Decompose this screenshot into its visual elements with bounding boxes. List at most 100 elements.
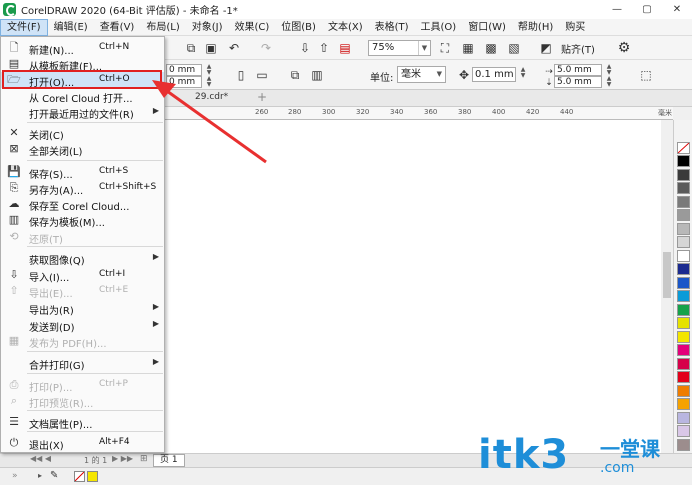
nudge-distance-field[interactable]: 0.1 mm — [472, 67, 516, 82]
grid-icon[interactable]: ▩ — [483, 40, 499, 56]
palette-swatch[interactable] — [677, 438, 690, 451]
palette-swatch[interactable] — [677, 303, 690, 316]
file-menu-item[interactable]: ⇩ 导入(I)... Ctrl+I — [1, 267, 164, 284]
file-menu-item[interactable]: 合并打印(G) ▶ — [1, 355, 164, 372]
zoom-level-select[interactable]: 75% ▼ — [368, 40, 431, 56]
paste-icon[interactable]: ▣ — [203, 40, 219, 56]
file-menu-item[interactable]: 导出为(R) ▶ — [1, 300, 164, 317]
current-page-icon[interactable]: ▥ — [309, 67, 325, 83]
nudge-spin-icon[interactable]: ▲ ▼ — [518, 67, 528, 79]
palette-swatch[interactable] — [677, 357, 690, 370]
page-width-field[interactable]: 0 mm — [166, 64, 202, 76]
file-menu-item[interactable]: 发送到(D) ▶ — [1, 317, 164, 334]
outline-color-swatch[interactable] — [74, 471, 85, 482]
document-tab[interactable]: 29.cdr* — [195, 92, 228, 102]
palette-swatch[interactable] — [677, 155, 690, 167]
snap-icon[interactable]: ◩ — [538, 40, 554, 56]
file-menu-item[interactable]: ⎘ 另存为(A)... Ctrl+Shift+S — [1, 180, 164, 197]
palette-swatch[interactable] — [677, 398, 690, 410]
vertical-scrollbar[interactable] — [661, 120, 673, 453]
menu-bitmaps[interactable]: 位图(B) — [275, 19, 322, 36]
dup-y-spin-icon[interactable]: ▲ ▼ — [604, 76, 614, 88]
page-height-field[interactable]: 0 mm — [166, 76, 202, 88]
file-menu-item[interactable]: ▥ 保存为模板(M)... — [1, 212, 164, 229]
palette-swatch[interactable] — [677, 182, 690, 194]
all-pages-icon[interactable]: ⧉ — [287, 67, 303, 83]
palette-swatch[interactable] — [677, 344, 690, 356]
height-spin-icon[interactable]: ▲ ▼ — [204, 76, 214, 88]
guidelines-icon[interactable]: ▧ — [506, 40, 522, 56]
options-gear-icon[interactable]: ⚙ — [616, 40, 632, 56]
file-menu-item[interactable]: 从 Corel Cloud 打开... — [1, 88, 164, 105]
landscape-icon[interactable]: ▭ — [254, 67, 270, 83]
scrollbar-thumb[interactable] — [663, 252, 671, 298]
play-icon[interactable]: ▸ — [38, 471, 42, 480]
menu-edit[interactable]: 编辑(E) — [48, 19, 94, 36]
menu-help[interactable]: 帮助(H) — [512, 19, 559, 36]
palette-swatch[interactable] — [677, 425, 690, 437]
file-menu-item[interactable]: ⊠ 全部关闭(L) — [1, 141, 164, 158]
file-menu-item[interactable]: 打开最近用过的文件(R) ▶ — [1, 104, 164, 121]
menu-tools[interactable]: 工具(O) — [415, 19, 463, 36]
palette-swatch[interactable] — [677, 317, 690, 329]
menu-text[interactable]: 文本(X) — [322, 19, 369, 36]
duplicate-x-field[interactable]: 5.0 mm — [554, 64, 602, 76]
eyedropper-icon[interactable]: ✎ — [50, 470, 58, 481]
maximize-button[interactable]: ▢ — [632, 0, 662, 19]
menu-object[interactable]: 对象(J) — [186, 19, 229, 36]
menu-view[interactable]: 查看(V) — [94, 19, 141, 36]
page-tab[interactable]: 页 1 — [153, 454, 185, 467]
file-menu-item[interactable]: 获取图像(Q) ▶ — [1, 250, 164, 267]
palette-swatch[interactable] — [677, 195, 690, 208]
palette-swatch[interactable] — [677, 168, 690, 181]
bleed-icon[interactable]: ⬚ — [638, 67, 654, 83]
file-menu-item[interactable]: ⏻ 退出(X) Alt+F4 — [1, 435, 164, 452]
palette-swatch[interactable] — [677, 290, 690, 302]
fill-color-swatch[interactable] — [87, 471, 98, 482]
no-color-swatch[interactable] — [677, 142, 690, 154]
palette-swatch[interactable] — [677, 411, 690, 424]
units-select[interactable]: 毫米 ▼ — [397, 66, 446, 83]
palette-swatch[interactable] — [677, 263, 690, 275]
file-menu-item[interactable]: ✕ 关闭(C) — [1, 125, 164, 142]
palette-swatch[interactable] — [677, 222, 690, 235]
palette-swatch[interactable] — [677, 209, 690, 221]
palette-swatch[interactable] — [677, 330, 690, 343]
file-menu-item[interactable]: 💾 保存(S)... Ctrl+S — [1, 164, 164, 181]
rulers-icon[interactable]: ▦ — [460, 40, 476, 56]
menu-effects[interactable]: 效果(C) — [228, 19, 275, 36]
snap-to-button[interactable]: 贴齐(T) — [561, 41, 595, 56]
horizontal-ruler: 260 280 300 320 340 360 380 400 420 440 … — [165, 107, 673, 120]
pdf-toolbar-icon[interactable]: ▤ — [337, 40, 353, 56]
undo-icon[interactable]: ↶ — [226, 40, 242, 56]
palette-swatch[interactable] — [677, 276, 690, 289]
redo-icon[interactable]: ↷ — [258, 40, 274, 56]
drawing-canvas[interactable] — [165, 120, 661, 453]
add-page-icon[interactable]: ⊞ — [140, 454, 148, 464]
palette-swatch[interactable] — [677, 371, 690, 383]
copy-icon[interactable]: ⧉ — [183, 40, 199, 56]
menu-file[interactable]: 文件(F) — [0, 18, 48, 36]
portrait-icon[interactable]: ▯ — [233, 67, 249, 83]
menu-table[interactable]: 表格(T) — [369, 19, 415, 36]
menu-layout[interactable]: 布局(L) — [140, 19, 185, 36]
menu-buy[interactable]: 购买 — [559, 19, 591, 36]
palette-swatch[interactable] — [677, 236, 690, 248]
export-toolbar-icon[interactable]: ⇧ — [316, 40, 332, 56]
close-window-button[interactable]: ✕ — [662, 0, 692, 19]
new-tab-plus-icon[interactable]: + — [257, 90, 267, 104]
palette-swatch[interactable] — [677, 249, 690, 262]
first-page-icon[interactable]: ◀◀ ◀ — [30, 454, 51, 463]
menu-window[interactable]: 窗口(W) — [462, 19, 512, 36]
file-menu-item[interactable]: ☰ 文档属性(P)... — [1, 414, 164, 431]
expand-icon[interactable]: » — [12, 471, 18, 481]
ruler-mark: 380 — [458, 108, 472, 116]
file-menu-item[interactable]: 🗋 新建(N)... Ctrl+N — [1, 40, 164, 57]
duplicate-y-field[interactable]: 5.0 mm — [554, 76, 602, 88]
file-menu-item[interactable]: ☁ 保存至 Corel Cloud... — [1, 196, 164, 213]
import-toolbar-icon[interactable]: ⇩ — [297, 40, 313, 56]
palette-swatch[interactable] — [677, 384, 690, 397]
minimize-button[interactable]: — — [602, 0, 632, 19]
next-page-icon[interactable]: ▶ ▶▶ — [112, 454, 133, 463]
full-screen-icon[interactable]: ⛶ — [437, 40, 453, 56]
